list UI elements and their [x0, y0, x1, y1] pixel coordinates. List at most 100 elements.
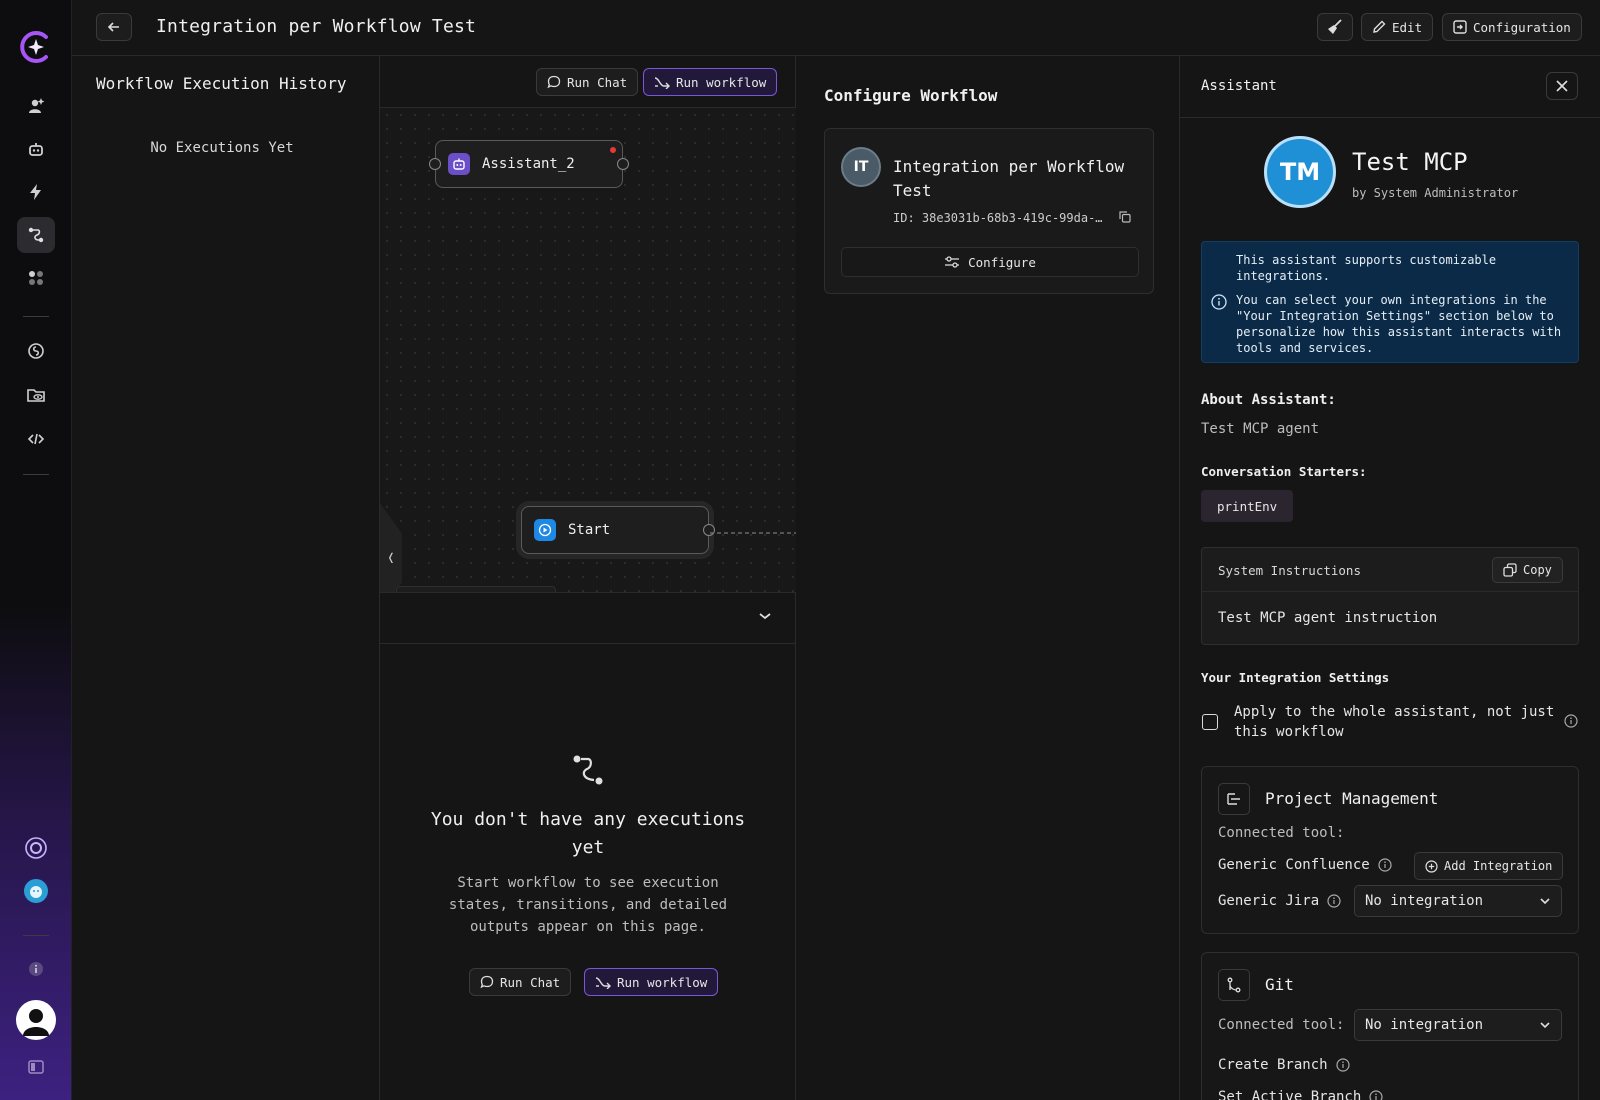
- assistant-panel-header: Assistant: [1180, 56, 1600, 118]
- git-integration-select[interactable]: No integration: [1354, 1009, 1562, 1041]
- sidebar-item-developer[interactable]: [17, 421, 55, 457]
- close-button[interactable]: [1546, 72, 1578, 100]
- user-silhouette-icon: [23, 1009, 49, 1036]
- sidebar-item-brand[interactable]: [17, 830, 55, 866]
- run-workflow-button[interactable]: Run workflow: [643, 68, 778, 96]
- system-instructions-label: System Instructions: [1218, 563, 1361, 578]
- node-label: Assistant_2: [482, 156, 575, 172]
- info-icon[interactable]: [1369, 1090, 1383, 1100]
- workflow-id: ID: 38e3031b-68b3-419c-99da-…: [893, 211, 1103, 225]
- executions-empty-state: You don't have any executions yet Start …: [380, 644, 796, 1100]
- system-instructions-text: Test MCP agent instruction: [1218, 610, 1438, 626]
- workflow-node-start[interactable]: Start: [521, 506, 715, 554]
- execution-history-panel: Workflow Execution History No Executions…: [72, 56, 380, 1100]
- info-icon[interactable]: [1327, 894, 1341, 908]
- empty-state-description: Start workflow to see execution states, …: [448, 875, 728, 935]
- canvas-collapse-tab[interactable]: ❬: [380, 503, 402, 592]
- add-integration-label: Add Integration: [1444, 859, 1553, 873]
- close-icon: [1556, 80, 1568, 92]
- git-branch-icon: [1218, 969, 1250, 1001]
- sidebar-item-info[interactable]: [17, 951, 55, 987]
- chevron-down-icon: [1539, 897, 1551, 905]
- assistant-avatar: TM: [1264, 136, 1336, 208]
- robot-icon: [29, 143, 43, 156]
- integration-settings-label: Your Integration Settings: [1201, 670, 1390, 685]
- run-chat-button[interactable]: Run Chat: [536, 68, 639, 96]
- sparkle-user-icon: [29, 98, 45, 113]
- chat-bubble-icon: [547, 75, 561, 89]
- node-input-port[interactable]: [429, 158, 441, 170]
- workflow-name: Integration per Workflow Test: [893, 157, 1125, 200]
- copy-button[interactable]: Copy: [1492, 557, 1563, 583]
- user-avatar[interactable]: [16, 1000, 56, 1040]
- sidebar-toggle-icon: [28, 1060, 44, 1074]
- info-icon[interactable]: [1564, 714, 1578, 728]
- node-status-dot: [610, 147, 616, 153]
- sidebar-item-workflows[interactable]: [17, 217, 55, 253]
- empty-run-chat-button[interactable]: Run Chat: [469, 968, 572, 996]
- execution-log-header[interactable]: [380, 592, 796, 644]
- set-active-branch-label: Set Active Branch: [1218, 1089, 1362, 1100]
- starters-label: Conversation Starters:: [1201, 464, 1367, 479]
- configuration-label: Configuration: [1473, 19, 1571, 35]
- configure-workflow-panel: Configure Workflow IT Integration per Wo…: [796, 56, 1180, 1100]
- code-icon: [27, 433, 45, 445]
- app-logo-icon[interactable]: [16, 27, 56, 67]
- info-icon[interactable]: [1335, 1058, 1350, 1072]
- chevron-down-icon[interactable]: [758, 611, 772, 621]
- sidebar-collapse[interactable]: [17, 1049, 55, 1085]
- add-integration-button[interactable]: Add Integration: [1414, 852, 1564, 880]
- apply-whole-assistant-checkbox[interactable]: [1202, 714, 1218, 730]
- jira-integration-select[interactable]: No integration: [1354, 885, 1562, 917]
- workflow-node-assistant[interactable]: Assistant_2: [429, 140, 629, 188]
- sidebar-item-automations[interactable]: [17, 174, 55, 210]
- sidebar-item-org[interactable]: [17, 873, 55, 909]
- chevron-down-icon: [1539, 1021, 1551, 1029]
- route-arrow-icon: [595, 977, 611, 989]
- assistant-name: Test MCP: [1352, 148, 1468, 176]
- node-output-port[interactable]: [617, 158, 629, 170]
- sidebar-divider: [23, 316, 49, 317]
- run-chat-label: Run Chat: [567, 74, 628, 90]
- clean-button[interactable]: [1317, 13, 1353, 41]
- app-sidebar: [0, 0, 72, 1100]
- sidebar-divider: [23, 935, 49, 936]
- lightning-icon: [30, 184, 41, 200]
- git-card: Git Connected tool: No integration Creat…: [1201, 952, 1579, 1100]
- arrow-left-icon: [107, 22, 119, 32]
- login-box-icon: [1453, 20, 1467, 34]
- git-connected-label: Connected tool:: [1218, 1017, 1345, 1033]
- workflow-canvas[interactable]: Assistant_2 Start ❬: [380, 108, 796, 592]
- sliders-icon: [945, 256, 960, 268]
- sidebar-item-assistants[interactable]: [17, 131, 55, 167]
- project-management-title: Project Management: [1265, 789, 1439, 808]
- jira-row: Generic Jira: [1218, 893, 1341, 909]
- broom-icon: [1328, 19, 1342, 34]
- workflow-avatar: IT: [841, 147, 881, 187]
- sidebar-item-apps[interactable]: [17, 260, 55, 296]
- copy-icon[interactable]: [1119, 211, 1131, 223]
- info-text-2: You can select your own integrations in …: [1236, 293, 1562, 355]
- info-icon[interactable]: [1378, 858, 1392, 872]
- conversation-starter-chip[interactable]: printEnv: [1201, 490, 1294, 522]
- sidebar-item-explore[interactable]: [17, 88, 55, 124]
- configuration-button[interactable]: Configuration: [1442, 13, 1582, 41]
- empty-state-title: You don't have any executions yet: [430, 809, 746, 858]
- copy-icon: [1503, 563, 1517, 577]
- edit-button[interactable]: Edit: [1361, 13, 1434, 41]
- canvas-toolbar: Run Chat Run workflow: [380, 56, 796, 108]
- assistant-panel-title: Assistant: [1201, 78, 1277, 94]
- set-active-branch-row: Set Active Branch: [1218, 1089, 1383, 1100]
- sidebar-item-knowledge[interactable]: [17, 333, 55, 369]
- integration-info-banner: This assistant supports customizable int…: [1201, 241, 1579, 363]
- route-arrow-icon: [654, 77, 670, 89]
- back-button[interactable]: [96, 13, 132, 41]
- workflow-icon: [28, 227, 44, 243]
- sidebar-item-data-sources[interactable]: [17, 377, 55, 413]
- configure-button[interactable]: Configure: [841, 247, 1139, 277]
- git-title: Git: [1265, 975, 1294, 994]
- run-chat-label: Run Chat: [500, 974, 561, 990]
- empty-run-workflow-button[interactable]: Run workflow: [584, 968, 719, 996]
- play-circle-icon: [534, 519, 556, 541]
- create-branch-row: Create Branch: [1218, 1057, 1350, 1073]
